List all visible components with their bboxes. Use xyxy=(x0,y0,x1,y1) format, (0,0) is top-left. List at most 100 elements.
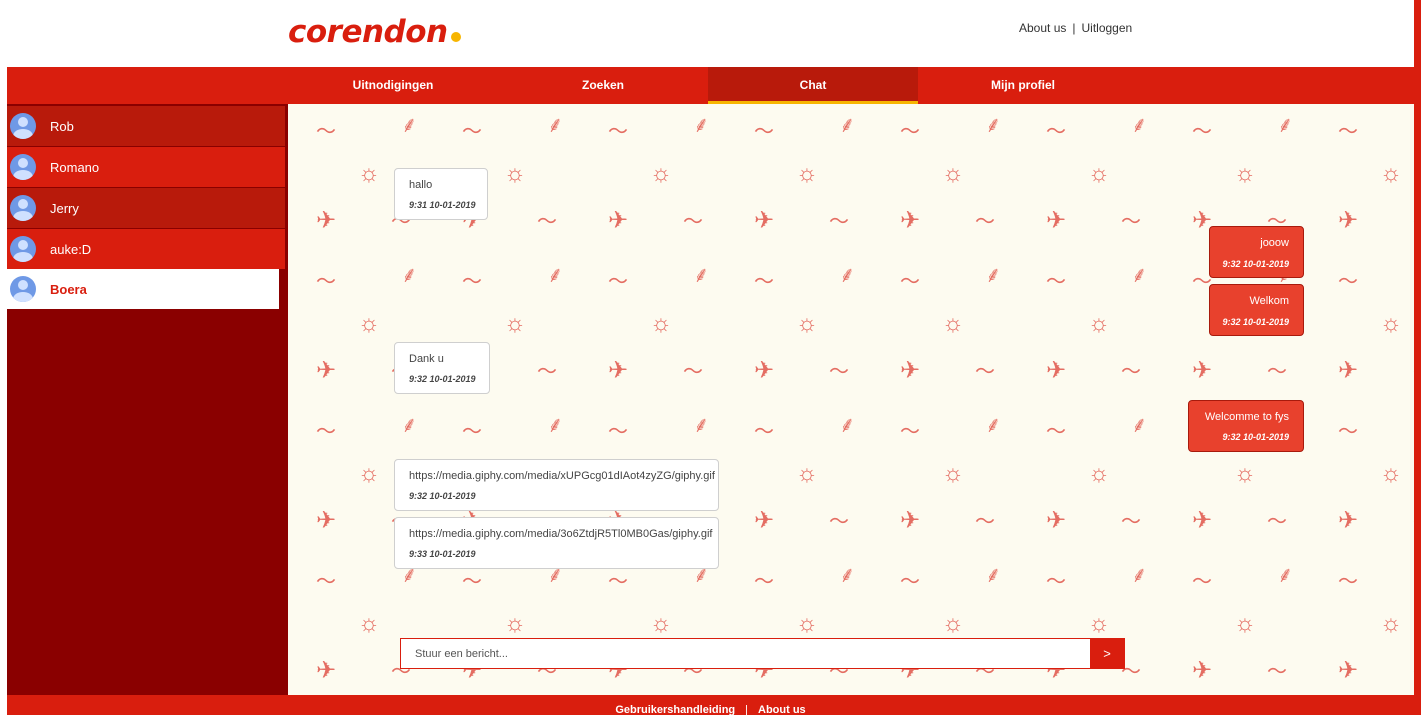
message-input[interactable] xyxy=(401,639,1089,668)
contact-name: Jerry xyxy=(50,200,79,216)
contact-name: Romano xyxy=(50,159,100,175)
about-us-link[interactable]: About us xyxy=(1019,21,1066,35)
contact-name: Rob xyxy=(50,118,74,134)
sun-icon: ☼ xyxy=(1380,610,1402,637)
wave-icon: 〜 xyxy=(608,421,628,443)
palm-tree-icon: ⸙ xyxy=(839,112,856,137)
palm-tree-icon: ⸙ xyxy=(401,262,418,287)
message-text: Welkom xyxy=(1249,295,1289,307)
right-border xyxy=(1414,0,1421,715)
sun-icon: ☼ xyxy=(650,310,672,337)
wave-icon: 〜 xyxy=(900,421,920,443)
sun-icon: ☼ xyxy=(1088,160,1110,187)
wave-icon: 〜 xyxy=(975,361,995,383)
wave-icon: 〜 xyxy=(1267,661,1287,683)
corendon-logo[interactable]: corendon xyxy=(288,14,461,50)
footer-separator: | xyxy=(745,704,748,716)
sun-icon: ☼ xyxy=(1380,460,1402,487)
wave-icon: 〜 xyxy=(975,211,995,233)
palm-tree-icon: ⸙ xyxy=(547,412,564,437)
wave-icon: 〜 xyxy=(975,511,995,533)
wave-icon: 〜 xyxy=(1046,121,1066,143)
wave-icon: 〜 xyxy=(462,571,482,593)
wave-icon: 〜 xyxy=(1267,361,1287,383)
palm-tree-icon: ⸙ xyxy=(985,562,1002,587)
wave-icon: 〜 xyxy=(316,121,336,143)
palm-tree-icon: ⸙ xyxy=(985,112,1002,137)
wave-icon: 〜 xyxy=(1338,571,1358,593)
sun-icon: ☼ xyxy=(1088,310,1110,337)
wave-icon: 〜 xyxy=(462,421,482,443)
palm-tree-icon: ⸙ xyxy=(693,412,710,437)
airplane-icon: ✈ xyxy=(1338,507,1359,534)
sun-icon: ☼ xyxy=(504,610,526,637)
wave-icon: 〜 xyxy=(1121,211,1141,233)
message-timestamp: 9:32 10-01-2019 xyxy=(1222,317,1289,327)
airplane-icon: ✈ xyxy=(754,207,775,234)
tab-uitnodigingen[interactable]: Uitnodigingen xyxy=(288,67,498,104)
contact-item-rob[interactable]: Rob xyxy=(7,106,285,146)
wave-icon: 〜 xyxy=(1338,271,1358,293)
footer-about-link[interactable]: About us xyxy=(758,704,806,716)
airplane-icon: ✈ xyxy=(316,507,337,534)
footer: Gebruikershandleiding | About us xyxy=(7,695,1414,716)
wave-icon: 〜 xyxy=(683,361,703,383)
logout-link[interactable]: Uitloggen xyxy=(1082,21,1133,35)
wave-icon: 〜 xyxy=(829,361,849,383)
airplane-icon: ✈ xyxy=(1338,657,1359,684)
sun-icon: ☼ xyxy=(1088,460,1110,487)
wave-icon: 〜 xyxy=(537,211,557,233)
palm-tree-icon: ⸙ xyxy=(1277,562,1294,587)
sun-icon: ☼ xyxy=(504,160,526,187)
message-timestamp: 9:33 10-01-2019 xyxy=(409,549,476,559)
user-avatar-icon xyxy=(10,195,36,221)
palm-tree-icon: ⸙ xyxy=(401,112,418,137)
tab-mijn-profiel[interactable]: Mijn profiel xyxy=(918,67,1128,104)
wave-icon: 〜 xyxy=(1121,511,1141,533)
palm-tree-icon: ⸙ xyxy=(1131,412,1148,437)
sun-icon: ☼ xyxy=(942,310,964,337)
contact-sidebar: Rob Romano Jerry auke:D Boera xyxy=(7,104,288,695)
message-text[interactable]: https://media.giphy.com/media/xUPGcg01dI… xyxy=(409,470,719,482)
contact-item-romano[interactable]: Romano xyxy=(7,147,285,187)
tab-chat[interactable]: Chat xyxy=(708,67,918,104)
wave-icon: 〜 xyxy=(900,271,920,293)
sun-icon: ☼ xyxy=(1234,460,1256,487)
airplane-icon: ✈ xyxy=(1192,657,1213,684)
tab-zoeken[interactable]: Zoeken xyxy=(498,67,708,104)
airplane-icon: ✈ xyxy=(1338,357,1359,384)
contact-item-auke[interactable]: auke:D xyxy=(7,229,285,269)
sun-icon: ☼ xyxy=(942,460,964,487)
logo-dot-icon xyxy=(450,32,461,42)
message-text: Welcomme to fys xyxy=(1204,411,1289,423)
airplane-icon: ✈ xyxy=(900,207,921,234)
message-timestamp: 9:32 10-01-2019 xyxy=(409,374,476,384)
message-bubble-incoming: Dank u 9:32 10-01-2019 xyxy=(394,342,490,394)
contact-item-jerry[interactable]: Jerry xyxy=(7,188,285,228)
sun-icon: ☼ xyxy=(1380,310,1402,337)
wave-icon: 〜 xyxy=(537,361,557,383)
airplane-icon: ✈ xyxy=(1046,357,1067,384)
message-timestamp: 9:32 10-01-2019 xyxy=(409,491,476,501)
message-text: Dank u xyxy=(409,353,444,365)
airplane-icon: ✈ xyxy=(1192,357,1213,384)
airplane-icon: ✈ xyxy=(608,207,629,234)
contact-item-boera[interactable]: Boera xyxy=(7,269,279,309)
wave-icon: 〜 xyxy=(829,211,849,233)
airplane-icon: ✈ xyxy=(754,357,775,384)
top-links-separator: | xyxy=(1072,21,1076,35)
message-text: jooow xyxy=(1260,237,1289,249)
sun-icon: ☼ xyxy=(1380,160,1402,187)
main-nav: Uitnodigingen Zoeken Chat Mijn profiel xyxy=(7,67,1414,104)
send-button[interactable]: > xyxy=(1090,639,1124,668)
wave-icon: 〜 xyxy=(1338,421,1358,443)
wave-icon: 〜 xyxy=(1413,362,1414,382)
palm-tree-icon: ⸙ xyxy=(693,262,710,287)
wave-icon: 〜 xyxy=(900,571,920,593)
sun-icon: ☼ xyxy=(1234,160,1256,187)
wave-icon: 〜 xyxy=(1413,512,1414,532)
footer-manual-link[interactable]: Gebruikershandleiding xyxy=(615,704,735,716)
sun-icon: ☼ xyxy=(358,310,380,337)
wave-icon: 〜 xyxy=(754,421,774,443)
message-text[interactable]: https://media.giphy.com/media/3o6ZtdjR5T… xyxy=(409,528,719,540)
